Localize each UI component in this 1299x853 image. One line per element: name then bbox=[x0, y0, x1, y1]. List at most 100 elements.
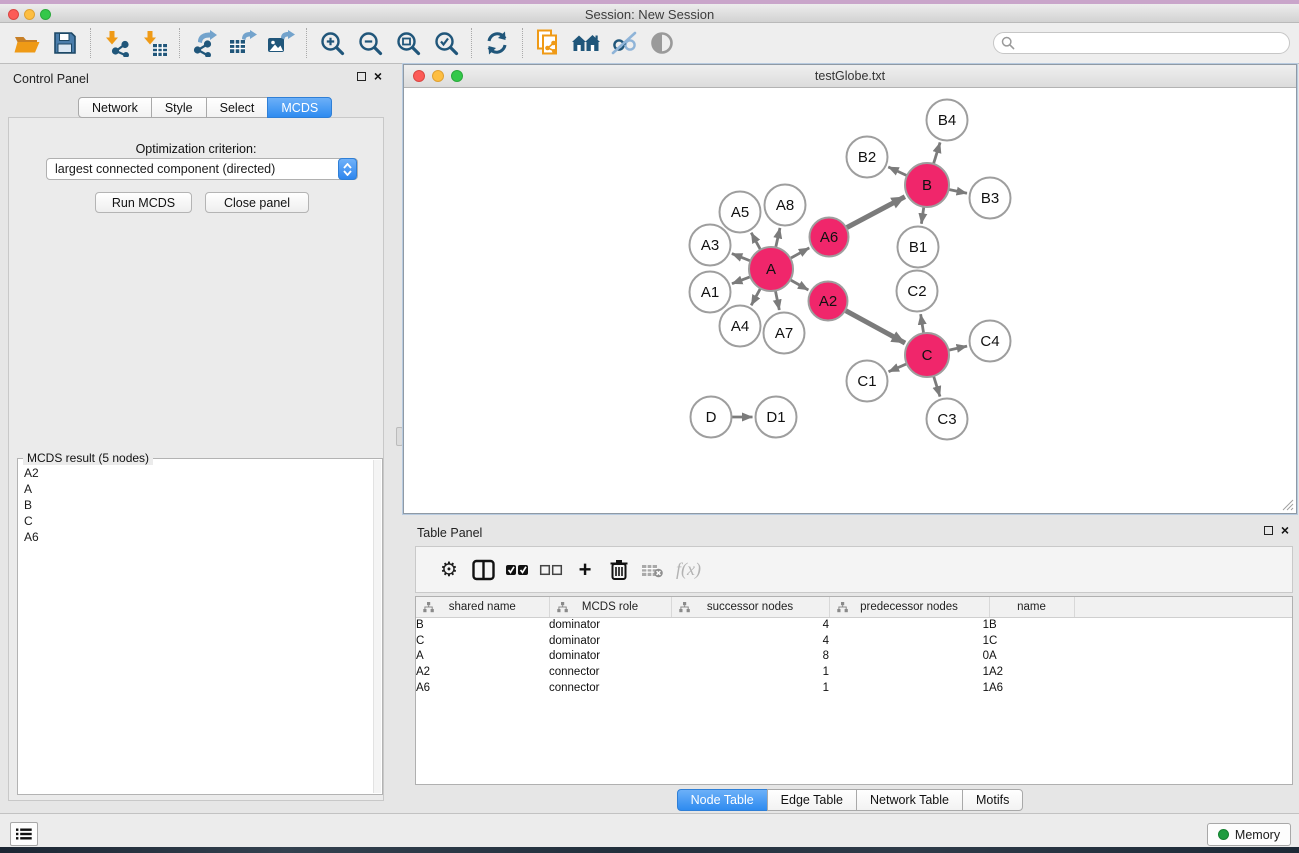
graph-node-C4[interactable]: C4 bbox=[970, 321, 1011, 362]
graph-node-A3[interactable]: A3 bbox=[690, 225, 731, 266]
table-row[interactable]: Cdominator41C bbox=[416, 633, 1293, 649]
table-row[interactable]: A6connector11A6 bbox=[416, 680, 1293, 696]
mcds-result-item[interactable]: B bbox=[24, 497, 372, 513]
deselect-all-button[interactable] bbox=[534, 553, 568, 587]
mcds-result-item[interactable]: A6 bbox=[24, 529, 372, 545]
graph-node-A6[interactable]: A6 bbox=[810, 218, 849, 257]
mcds-result-item[interactable]: C bbox=[24, 513, 372, 529]
select-all-icon bbox=[505, 563, 529, 577]
svg-text:A: A bbox=[766, 261, 776, 278]
graph-node-C[interactable]: C bbox=[905, 333, 949, 377]
table-panel-title: Table Panel bbox=[417, 526, 482, 540]
table-options-button[interactable]: ⚙ bbox=[432, 553, 466, 587]
tab-network[interactable]: Network bbox=[78, 97, 152, 118]
graph-node-A[interactable]: A bbox=[749, 247, 793, 291]
graph-node-A2[interactable]: A2 bbox=[809, 282, 848, 321]
tab-select[interactable]: Select bbox=[206, 97, 269, 118]
column-panel-button[interactable] bbox=[466, 553, 500, 587]
memory-status-dot bbox=[1218, 829, 1229, 840]
zoom-out-button[interactable] bbox=[351, 25, 389, 61]
tab-network-table[interactable]: Network Table bbox=[856, 789, 963, 811]
session-titlebar[interactable]: Session: New Session bbox=[0, 4, 1299, 23]
column-header-name[interactable]: name bbox=[989, 597, 1074, 617]
graph-node-C1[interactable]: C1 bbox=[847, 361, 888, 402]
import-table-button[interactable] bbox=[135, 25, 173, 61]
tab-edge-table[interactable]: Edge Table bbox=[767, 789, 857, 811]
mcds-result-item[interactable]: A bbox=[24, 481, 372, 497]
network-view-window[interactable]: testGlobe.txt B4 B2 B B3 A8 A5 A6 A3 B1 A C2 A1 A2 A4… bbox=[403, 64, 1297, 514]
export-table-icon bbox=[229, 30, 258, 57]
run-mcds-button[interactable]: Run MCDS bbox=[95, 192, 192, 213]
task-history-button[interactable] bbox=[10, 822, 38, 846]
control-panel: Control Panel × NetworkStyleSelectMCDS O… bbox=[2, 66, 390, 811]
tab-motifs[interactable]: Motifs bbox=[962, 789, 1023, 811]
select-all-button[interactable] bbox=[500, 553, 534, 587]
open-file-button[interactable] bbox=[8, 25, 46, 61]
show-annotations-button[interactable] bbox=[643, 25, 681, 61]
column-header-shared-name[interactable]: shared name bbox=[416, 597, 549, 617]
float-panel-icon[interactable] bbox=[357, 72, 366, 81]
delete-table-button[interactable] bbox=[636, 553, 670, 587]
network-document-button[interactable] bbox=[529, 25, 567, 61]
deselect-all-icon bbox=[539, 563, 563, 577]
close-panel-icon[interactable]: × bbox=[374, 71, 382, 82]
result-list-scrollbar[interactable] bbox=[373, 460, 381, 793]
graph-node-C3[interactable]: C3 bbox=[927, 399, 968, 440]
window-resize-grip[interactable] bbox=[1281, 498, 1294, 511]
save-icon bbox=[53, 31, 77, 55]
control-panel-title: Control Panel bbox=[13, 72, 89, 86]
table-row[interactable]: Adominator80A bbox=[416, 648, 1293, 664]
graph-node-A8[interactable]: A8 bbox=[765, 185, 806, 226]
graph-node-A1[interactable]: A1 bbox=[690, 272, 731, 313]
column-header-successor-nodes[interactable]: successor nodes bbox=[671, 597, 829, 617]
close-panel-button[interactable]: Close panel bbox=[205, 192, 309, 213]
export-table-button[interactable] bbox=[224, 25, 262, 61]
add-column-button[interactable]: + bbox=[568, 553, 602, 587]
node-table[interactable]: shared nameMCDS rolesuccessor nodesprede… bbox=[415, 596, 1293, 785]
tab-style[interactable]: Style bbox=[151, 97, 207, 118]
close-table-panel-icon[interactable]: × bbox=[1281, 525, 1289, 536]
graph-node-C2[interactable]: C2 bbox=[897, 271, 938, 312]
graph-node-D1[interactable]: D1 bbox=[756, 397, 797, 438]
svg-text:A8: A8 bbox=[776, 197, 794, 214]
tab-mcds[interactable]: MCDS bbox=[267, 97, 332, 118]
graph-node-B[interactable]: B bbox=[905, 163, 949, 207]
zoom-selected-button[interactable] bbox=[427, 25, 465, 61]
svg-text:A7: A7 bbox=[775, 325, 793, 342]
table-panel-tabs: Node TableEdge TableNetwork TableMotifs bbox=[403, 789, 1297, 811]
import-network-button[interactable] bbox=[97, 25, 135, 61]
memory-button[interactable]: Memory bbox=[1207, 823, 1291, 846]
table-row[interactable]: Bdominator41B bbox=[416, 617, 1293, 633]
column-header-predecessor-nodes[interactable]: predecessor nodes bbox=[829, 597, 989, 617]
mcds-result-item[interactable]: A2 bbox=[24, 465, 372, 481]
graph-node-B1[interactable]: B1 bbox=[898, 227, 939, 268]
export-image-button[interactable] bbox=[262, 25, 300, 61]
export-network-button[interactable] bbox=[186, 25, 224, 61]
graph-node-A5[interactable]: A5 bbox=[720, 192, 761, 233]
save-session-button[interactable] bbox=[46, 25, 84, 61]
graph-node-A7[interactable]: A7 bbox=[764, 313, 805, 354]
search-input[interactable] bbox=[993, 32, 1290, 54]
hide-annotations-button[interactable] bbox=[605, 25, 643, 61]
criterion-select[interactable]: largest connected component (directed) bbox=[46, 158, 358, 180]
zoom-fit-button[interactable] bbox=[389, 25, 427, 61]
column-header-MCDS-role[interactable]: MCDS role bbox=[549, 597, 671, 617]
refresh-button[interactable] bbox=[478, 25, 516, 61]
function-builder-button[interactable]: f(x) bbox=[676, 559, 701, 580]
home-button[interactable] bbox=[567, 25, 605, 61]
network-window-titlebar[interactable]: testGlobe.txt bbox=[404, 65, 1296, 88]
zoom-in-button[interactable] bbox=[313, 25, 351, 61]
graph-node-B2[interactable]: B2 bbox=[847, 137, 888, 178]
graph-node-B4[interactable]: B4 bbox=[927, 100, 968, 141]
graph-node-A4[interactable]: A4 bbox=[720, 306, 761, 347]
delete-column-button[interactable] bbox=[602, 553, 636, 587]
network-graph-canvas[interactable]: B4 B2 B B3 A8 A5 A6 A3 B1 A C2 A1 A2 A4 A7 C4 C C1 D D1 C3 bbox=[405, 88, 1297, 513]
mcds-result-list[interactable]: A2ABCA6 bbox=[19, 462, 372, 793]
table-row[interactable]: A2connector11A2 bbox=[416, 664, 1293, 680]
graph-node-B3[interactable]: B3 bbox=[970, 178, 1011, 219]
panel-split-handle[interactable] bbox=[396, 427, 403, 446]
graph-node-D[interactable]: D bbox=[691, 397, 732, 438]
float-table-panel-icon[interactable] bbox=[1264, 526, 1273, 535]
desktop-wallpaper-strip-bottom bbox=[0, 847, 1299, 853]
tab-node-table[interactable]: Node Table bbox=[677, 789, 768, 811]
